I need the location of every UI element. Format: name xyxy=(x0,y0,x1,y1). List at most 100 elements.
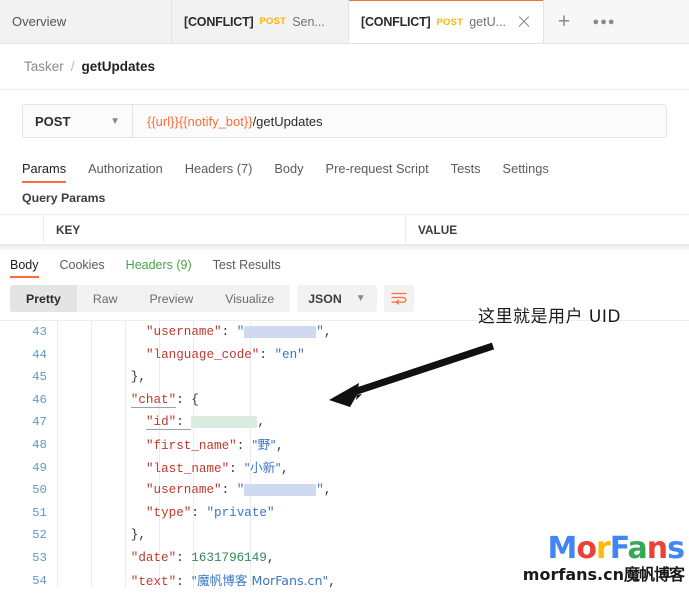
tab-pre-request-script[interactable]: Pre-request Script xyxy=(326,161,429,183)
code-token: , xyxy=(328,574,336,588)
tab-method-label: POST xyxy=(259,16,287,27)
code-token: "username" xyxy=(146,483,222,498)
plus-icon: + xyxy=(557,9,571,33)
url-input[interactable]: {{url}}{{notify_bot}}/getUpdates xyxy=(133,105,666,137)
line-number: 49 xyxy=(32,460,47,475)
code-token: : xyxy=(259,347,275,362)
params-value-column-header: VALUE xyxy=(418,222,458,237)
tab-overview[interactable]: Overview xyxy=(0,0,172,43)
tab-getupdates[interactable]: [CONFLICT] POST getU... xyxy=(349,0,545,43)
tab-authorization-label: Authorization xyxy=(88,161,163,176)
format-visualize-button[interactable]: Visualize xyxy=(209,285,290,312)
code-token: "type" xyxy=(146,505,192,520)
code-token: " xyxy=(316,483,324,498)
code-token: : xyxy=(236,438,252,453)
code-line: "type": "private" xyxy=(58,502,689,525)
tab-conflict-badge: [CONFLICT] xyxy=(361,15,431,29)
tab-send-message[interactable]: [CONFLICT] POST Sen... xyxy=(172,0,349,43)
code-line: "language_code": "en" xyxy=(58,344,689,367)
code-token: "first_name" xyxy=(146,438,237,453)
code-token: : xyxy=(176,415,192,431)
params-key-column-header: KEY xyxy=(44,215,406,244)
url-path: /getUpdates xyxy=(252,113,323,129)
breadcrumb: Tasker / getUpdates xyxy=(0,44,689,90)
wrap-lines-icon xyxy=(390,292,407,305)
response-tab-cookies[interactable]: Cookies xyxy=(60,258,105,278)
code-token: : { xyxy=(176,392,199,407)
tab-overview-label: Overview xyxy=(12,14,67,29)
redacted-value xyxy=(244,325,317,338)
url-variable: {{url}}{{notify_bot}} xyxy=(147,113,253,129)
code-token: : xyxy=(176,574,192,588)
code-token: , xyxy=(323,483,332,498)
code-line: "last_name": "小新", xyxy=(58,457,689,480)
line-number: 43 xyxy=(32,325,47,339)
line-number: 54 xyxy=(32,573,47,588)
code-token: , xyxy=(276,438,284,453)
code-token: }, xyxy=(130,528,146,543)
query-params-heading: Query Params xyxy=(0,183,689,214)
tab-headers[interactable]: Headers (7) xyxy=(185,161,253,183)
request-tabs: Params Authorization Headers (7) Body Pr… xyxy=(0,150,689,183)
wrap-lines-button[interactable] xyxy=(383,285,414,312)
code-line: }, xyxy=(58,366,689,389)
code-token: }, xyxy=(130,370,146,385)
ellipsis-icon: ●●● xyxy=(592,15,616,28)
code-token: "last_name" xyxy=(146,461,230,476)
response-tab-test-results[interactable]: Test Results xyxy=(213,258,281,278)
response-tab-body-label: Body xyxy=(10,258,39,272)
code-token: "id" xyxy=(146,415,177,431)
tab-name-label: Sen... xyxy=(292,14,325,29)
tab-authorization[interactable]: Authorization xyxy=(88,161,163,183)
tab-options-button[interactable]: ●●● xyxy=(584,0,625,43)
line-number: 51 xyxy=(32,505,47,520)
tab-params[interactable]: Params xyxy=(22,161,67,183)
language-select[interactable]: JSON ▼ xyxy=(297,285,377,312)
format-raw-label: Raw xyxy=(92,291,118,306)
code-token: : xyxy=(176,550,192,565)
method-select[interactable]: POST ▼ xyxy=(23,105,133,137)
code-token: : xyxy=(191,505,207,520)
watermark-subtitle: morfans.cn魔帆博客 xyxy=(492,561,687,586)
format-visualize-label: Visualize xyxy=(225,291,275,306)
format-pretty-label: Pretty xyxy=(26,291,61,306)
response-format-toggle: Pretty Raw Preview Visualize xyxy=(10,285,291,312)
breadcrumb-collection[interactable]: Tasker xyxy=(24,59,64,74)
tab-bar: Overview [CONFLICT] POST Sen... [CONFLIC… xyxy=(0,0,689,44)
chevron-down-icon: ▼ xyxy=(355,293,366,304)
watermark-domain: morfans.cn xyxy=(522,564,626,586)
tab-settings-label: Settings xyxy=(502,161,549,176)
code-line: "username": " ", xyxy=(58,479,689,502)
code-line: "first_name": "野", xyxy=(58,434,689,457)
add-tab-button[interactable]: + xyxy=(544,0,585,43)
code-token: " xyxy=(316,325,324,339)
tabbar-filler xyxy=(624,0,689,43)
code-token: , xyxy=(257,415,265,430)
code-token: "text" xyxy=(130,574,177,588)
line-number: 44 xyxy=(32,347,47,362)
redacted-value xyxy=(244,483,317,496)
code-token: "en" xyxy=(274,347,305,362)
tab-settings[interactable]: Settings xyxy=(503,161,549,183)
tab-body[interactable]: Body xyxy=(274,161,303,183)
close-icon[interactable] xyxy=(517,15,531,29)
code-token: "language_code" xyxy=(146,347,260,362)
response-tab-cookies-label: Cookies xyxy=(59,258,105,272)
format-pretty-button[interactable]: Pretty xyxy=(10,285,77,312)
tab-tests-label: Tests xyxy=(450,161,481,176)
redacted-value xyxy=(191,416,258,429)
code-token: "date" xyxy=(130,550,177,565)
code-token: , xyxy=(266,550,275,565)
language-label: JSON xyxy=(308,291,342,306)
url-bar-row: POST ▼ {{url}}{{notify_bot}}/getUpdates xyxy=(0,90,689,150)
code-token: : xyxy=(221,483,237,498)
watermark: MorFans morfans.cn魔帆博客 xyxy=(492,534,687,586)
code-token: , xyxy=(281,461,289,476)
response-tab-headers[interactable]: Headers (9) xyxy=(126,258,192,278)
tab-tests[interactable]: Tests xyxy=(451,161,481,183)
format-raw-button[interactable]: Raw xyxy=(77,285,134,312)
format-preview-button[interactable]: Preview xyxy=(133,285,209,312)
response-tab-body[interactable]: Body xyxy=(10,258,39,278)
code-token: "小新" xyxy=(244,459,282,475)
code-line: "id": , xyxy=(58,411,689,434)
